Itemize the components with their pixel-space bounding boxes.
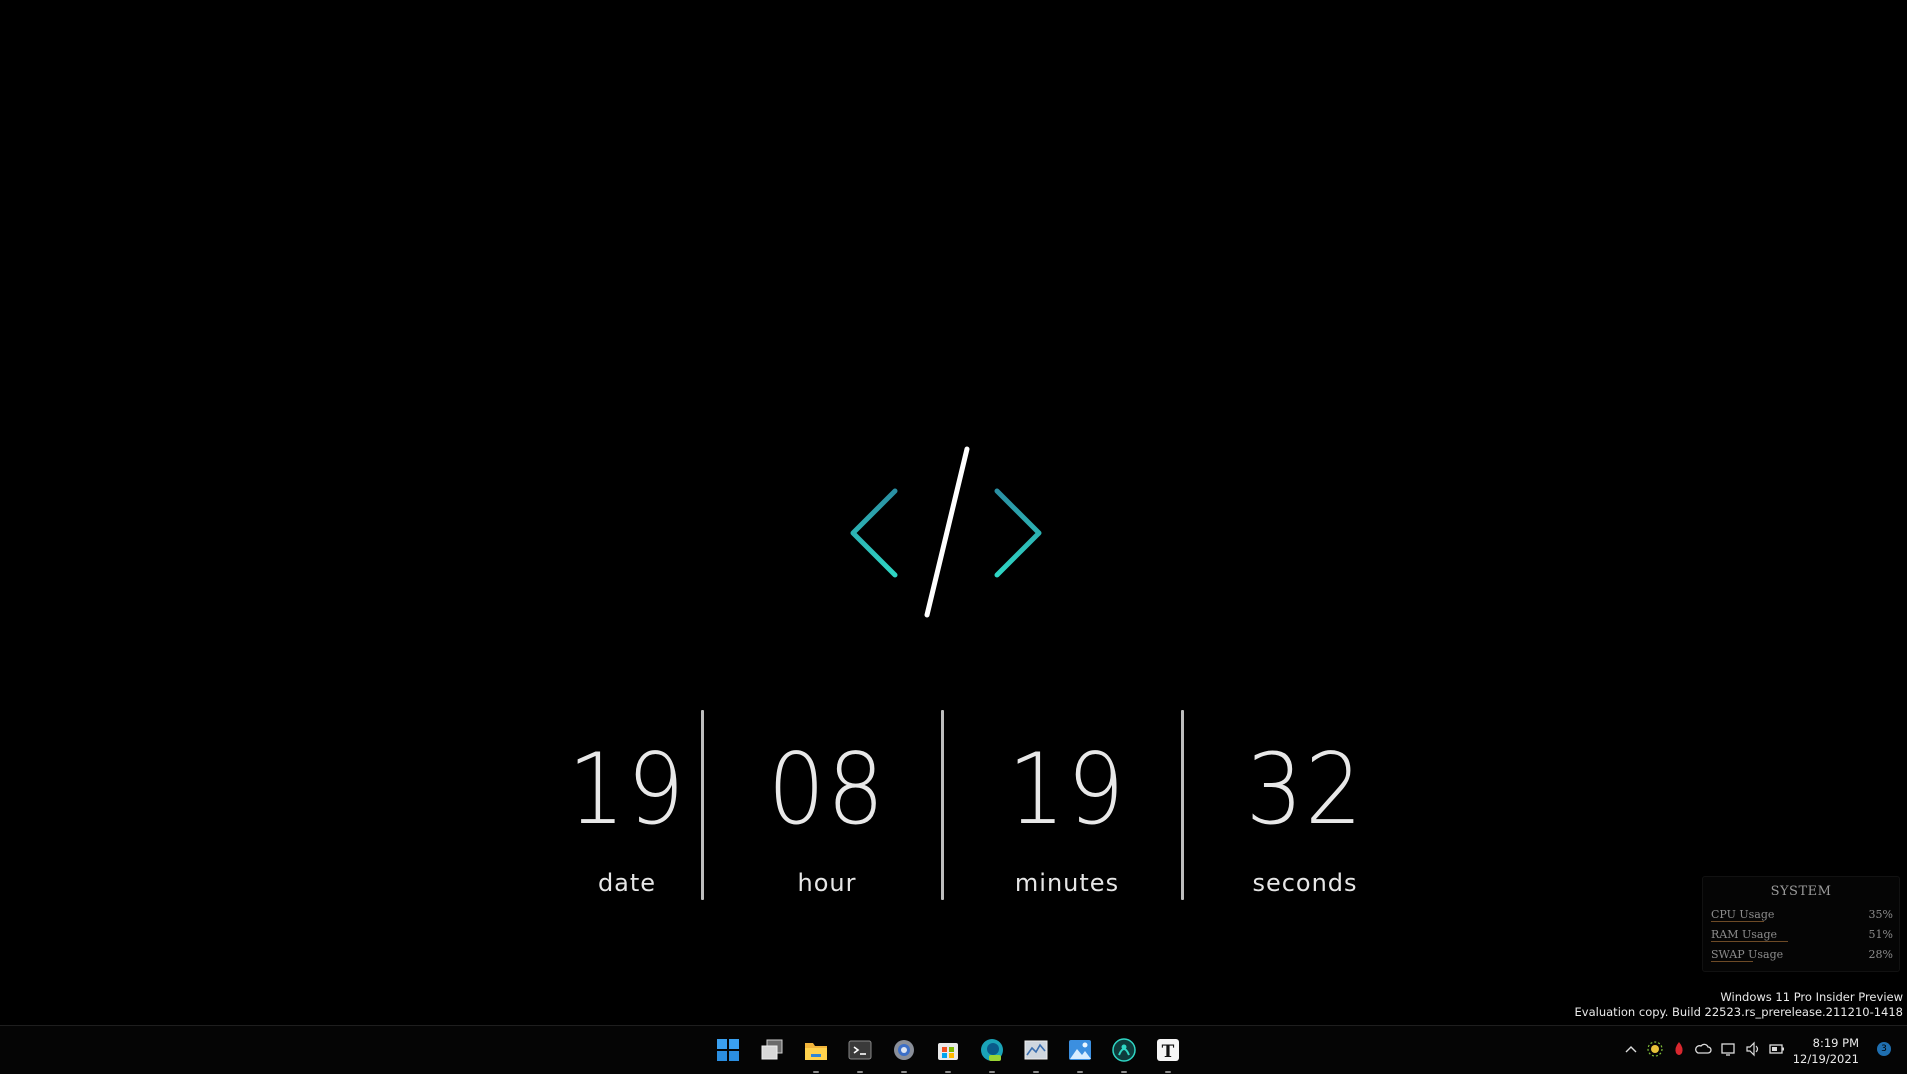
clock-display: 19 date 08 hour 19 minutes 32 seconds bbox=[512, 707, 1392, 903]
watermark-line-1: Windows 11 Pro Insider Preview bbox=[1720, 990, 1903, 1004]
app-icon[interactable] bbox=[1110, 1036, 1138, 1073]
seconds-label: seconds bbox=[1252, 869, 1358, 897]
minutes-label: minutes bbox=[1014, 869, 1120, 897]
cpu-usage-row: CPU Usage 35% bbox=[1707, 903, 1895, 923]
watermark-line-2: Evaluation copy. Build 22523.rs_prerelea… bbox=[1574, 1005, 1903, 1019]
tray-clock[interactable]: 8:19 PM 12/19/2021 bbox=[1793, 1035, 1859, 1067]
ram-usage-bar bbox=[1711, 941, 1788, 942]
separator bbox=[941, 710, 944, 900]
start-icon[interactable] bbox=[714, 1036, 742, 1064]
slash bbox=[924, 446, 970, 618]
taskbar: T 8:19 PM 12/19/2021 3 bbox=[0, 1025, 1907, 1074]
volume-icon[interactable] bbox=[1744, 1040, 1762, 1058]
settings-icon[interactable] bbox=[890, 1036, 918, 1073]
swap-usage-value: 28% bbox=[1868, 948, 1893, 961]
svg-text:T: T bbox=[1162, 1042, 1175, 1062]
minutes-value: 19 bbox=[1007, 733, 1127, 847]
system-widget: SYSTEM CPU Usage 35% RAM Usage 51% SWAP … bbox=[1702, 876, 1900, 972]
hour-segment: 08 hour bbox=[712, 707, 942, 903]
ram-usage-label: RAM Usage bbox=[1711, 928, 1778, 941]
seconds-segment: 32 seconds bbox=[1190, 707, 1420, 903]
swap-usage-row: SWAP Usage 28% bbox=[1707, 943, 1895, 963]
file-explorer-icon[interactable] bbox=[802, 1036, 830, 1073]
flame-icon[interactable] bbox=[1670, 1040, 1688, 1058]
notification-badge[interactable]: 3 bbox=[1877, 1042, 1891, 1056]
photos-icon[interactable] bbox=[1066, 1036, 1094, 1073]
edge-dev-icon[interactable] bbox=[978, 1036, 1006, 1073]
tray-date: 12/19/2021 bbox=[1792, 1052, 1859, 1066]
system-widget-title: SYSTEM bbox=[1770, 884, 1832, 899]
windows-watermark: Windows 11 Pro Insider Preview Evaluatio… bbox=[1575, 990, 1903, 1020]
ram-usage-value: 51% bbox=[1868, 928, 1893, 941]
cpu-usage-bar bbox=[1711, 921, 1764, 922]
minutes-segment: 19 minutes bbox=[952, 707, 1182, 903]
chevron-up-icon[interactable] bbox=[1622, 1040, 1640, 1058]
seconds-value: 32 bbox=[1245, 733, 1365, 847]
cloud-icon[interactable] bbox=[1694, 1040, 1712, 1058]
code-logo bbox=[850, 446, 1042, 618]
separator bbox=[1181, 710, 1184, 900]
sun-icon[interactable] bbox=[1646, 1040, 1664, 1058]
date-segment: 19 date bbox=[512, 707, 742, 903]
hour-value: 08 bbox=[767, 733, 887, 847]
store-icon[interactable] bbox=[934, 1036, 962, 1073]
date-label: date bbox=[597, 869, 657, 897]
hour-label: hour bbox=[797, 869, 857, 897]
cpu-usage-label: CPU Usage bbox=[1711, 908, 1775, 921]
typora-icon[interactable]: T bbox=[1154, 1036, 1182, 1073]
tray-time: 8:19 PM bbox=[1812, 1036, 1859, 1050]
terminal-icon[interactable] bbox=[846, 1036, 874, 1073]
cpu-usage-value: 35% bbox=[1868, 908, 1893, 921]
right-chevron bbox=[994, 488, 1042, 578]
system-monitor-icon[interactable] bbox=[1022, 1036, 1050, 1073]
ram-usage-row: RAM Usage 51% bbox=[1707, 923, 1895, 943]
swap-usage-label: SWAP Usage bbox=[1711, 948, 1784, 961]
swap-usage-bar bbox=[1711, 961, 1753, 962]
task-view-icon[interactable] bbox=[758, 1036, 786, 1064]
separator bbox=[701, 710, 704, 900]
left-chevron bbox=[850, 488, 898, 578]
battery-icon[interactable] bbox=[1768, 1040, 1786, 1058]
network-icon[interactable] bbox=[1720, 1040, 1738, 1058]
